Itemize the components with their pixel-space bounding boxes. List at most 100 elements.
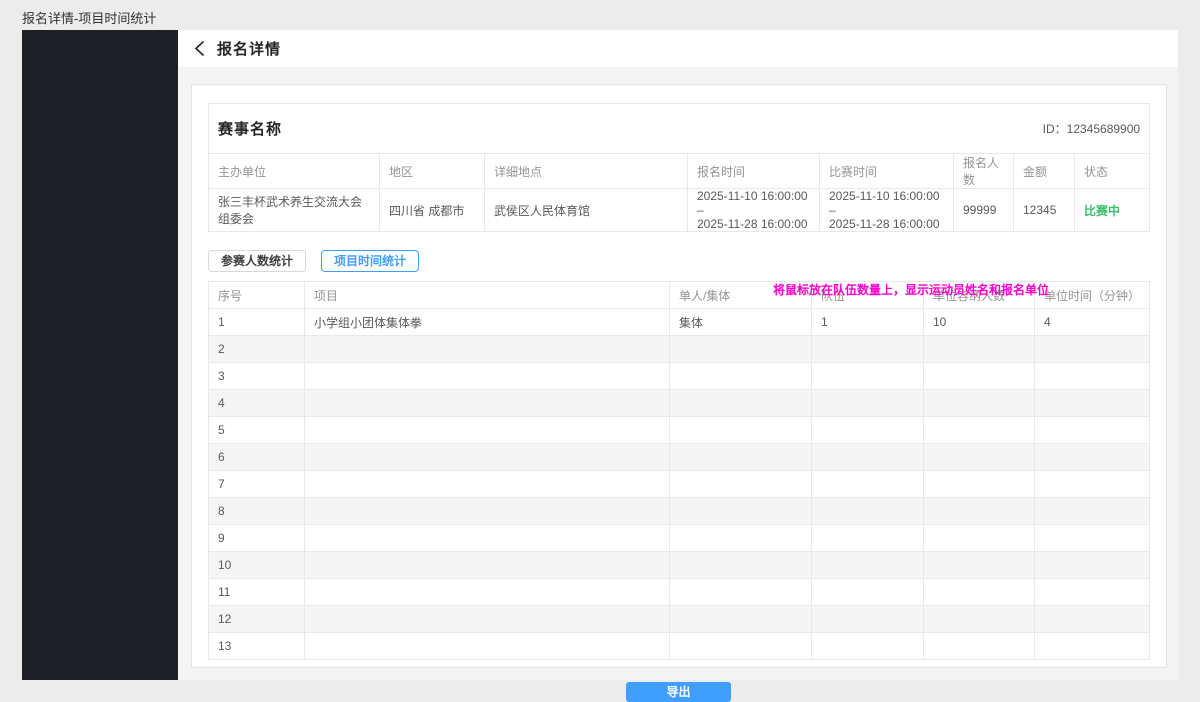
project-table-cell: 11	[209, 579, 305, 606]
event-column-header: 报名时间	[688, 154, 820, 189]
project-table-cell: 6	[209, 444, 305, 471]
project-table-cell: 4	[209, 390, 305, 417]
project-table-cell	[670, 417, 812, 444]
project-table-row: 8	[209, 498, 1150, 525]
event-column-header: 详细地点	[485, 154, 688, 189]
project-table-cell	[812, 444, 924, 471]
project-table-cell	[670, 606, 812, 633]
project-table-cell	[670, 471, 812, 498]
project-table-cell	[305, 633, 670, 660]
project-table-cell	[670, 552, 812, 579]
project-table-cell	[305, 525, 670, 552]
project-table-row: 4	[209, 390, 1150, 417]
event-column-header: 比赛时间	[820, 154, 954, 189]
project-table-cell	[812, 579, 924, 606]
project-table-cell	[1035, 525, 1150, 552]
event-column-header: 金额	[1014, 154, 1075, 189]
project-table-cell	[305, 417, 670, 444]
project-table-cell	[670, 363, 812, 390]
project-table-row: 10	[209, 552, 1150, 579]
project-table-cell	[924, 606, 1035, 633]
event-info-table: 赛事名称 ID：12345689900 主办单位地区详细地点报名时间比赛时间报名…	[208, 103, 1150, 232]
project-table-cell	[1035, 336, 1150, 363]
project-table-cell	[1035, 390, 1150, 417]
project-table-cell	[305, 336, 670, 363]
project-table-cell: 9	[209, 525, 305, 552]
page-header: 报名详情	[178, 30, 1178, 67]
project-table-cell	[305, 444, 670, 471]
project-table-cell	[924, 444, 1035, 471]
main-panel: 报名详情 赛事名称 ID：12345689900 主办单位地区详细地点报名时间比…	[178, 30, 1178, 680]
event-column-header: 报名人数	[954, 154, 1014, 189]
stat-tabs: 参赛人数统计 项目时间统计	[208, 250, 1147, 272]
project-table-cell	[924, 336, 1035, 363]
project-table-cell	[812, 498, 924, 525]
project-table-cell: 小学组小团体集体拳	[305, 309, 670, 336]
project-table-cell	[812, 390, 924, 417]
project-table-row: 12	[209, 606, 1150, 633]
event-table-cell: 2025-11-10 16:00:00 – 2025-11-28 16:00:0…	[688, 189, 820, 232]
project-column-header: 单位容纳人数	[924, 282, 1035, 309]
project-table-cell: 12	[209, 606, 305, 633]
tab-project-time-stats[interactable]: 项目时间统计	[321, 250, 419, 272]
project-table-cell	[924, 633, 1035, 660]
project-table-cell	[812, 471, 924, 498]
project-table-row: 2	[209, 336, 1150, 363]
project-table-cell: 10	[924, 309, 1035, 336]
project-table-cell	[670, 579, 812, 606]
event-table-cell: 12345	[1014, 189, 1075, 232]
event-status-badge: 比赛中	[1075, 189, 1150, 232]
event-title-row: 赛事名称 ID：12345689900	[209, 104, 1150, 154]
event-table-cell: 张三丰杯武术养生交流大会组委会	[209, 189, 380, 232]
project-table-cell	[1035, 579, 1150, 606]
export-button[interactable]: 导出	[626, 682, 731, 702]
project-table-row: 3	[209, 363, 1150, 390]
event-column-header: 状态	[1075, 154, 1150, 189]
project-column-header: 队伍	[812, 282, 924, 309]
project-table-cell	[670, 336, 812, 363]
project-table-cell	[670, 444, 812, 471]
project-table-cell	[1035, 552, 1150, 579]
project-table-cell	[924, 471, 1035, 498]
event-table-cell: 2025-11-10 16:00:00 – 2025-11-28 16:00:0…	[820, 189, 954, 232]
project-table-cell	[305, 471, 670, 498]
project-column-header: 项目	[305, 282, 670, 309]
project-table-row: 6	[209, 444, 1150, 471]
project-table-cell	[812, 606, 924, 633]
project-table-cell	[1035, 444, 1150, 471]
project-table-row: 13	[209, 633, 1150, 660]
project-table-cell: 2	[209, 336, 305, 363]
project-table-cell: 5	[209, 417, 305, 444]
event-column-header: 主办单位	[209, 154, 380, 189]
project-table-cell	[924, 552, 1035, 579]
project-table-cell	[305, 552, 670, 579]
project-table-cell	[812, 633, 924, 660]
project-table-cell	[812, 552, 924, 579]
project-table-cell	[924, 498, 1035, 525]
event-id: ID：12345689900	[1043, 120, 1140, 137]
event-name-title: 赛事名称	[218, 118, 282, 139]
project-table-cell	[924, 363, 1035, 390]
event-table-cell: 四川省 成都市	[380, 189, 485, 232]
sidebar	[22, 30, 178, 680]
project-table-cell: 7	[209, 471, 305, 498]
project-column-header: 单位时间（分钟）	[1035, 282, 1150, 309]
project-table-row: 9	[209, 525, 1150, 552]
project-table-cell	[1035, 606, 1150, 633]
project-table-cell	[670, 390, 812, 417]
project-column-header: 序号	[209, 282, 305, 309]
event-table-header-row: 主办单位地区详细地点报名时间比赛时间报名人数金额状态	[209, 154, 1150, 189]
page-title: 报名详情	[217, 38, 281, 59]
team-count-cell[interactable]: 1	[812, 309, 924, 336]
project-table-cell	[670, 633, 812, 660]
project-table-cell: 8	[209, 498, 305, 525]
event-table-cell: 武侯区人民体育馆	[485, 189, 688, 232]
project-table-cell	[812, 363, 924, 390]
project-table-cell	[670, 525, 812, 552]
project-table-cell	[1035, 633, 1150, 660]
back-chevron-icon[interactable]	[193, 40, 206, 57]
project-table-header-row: 序号项目单人/集体队伍单位容纳人数单位时间（分钟）	[209, 282, 1150, 309]
window-title: 报名详情-项目时间统计	[22, 8, 156, 27]
project-table-cell	[305, 363, 670, 390]
tab-participant-count-stats[interactable]: 参赛人数统计	[208, 250, 306, 272]
